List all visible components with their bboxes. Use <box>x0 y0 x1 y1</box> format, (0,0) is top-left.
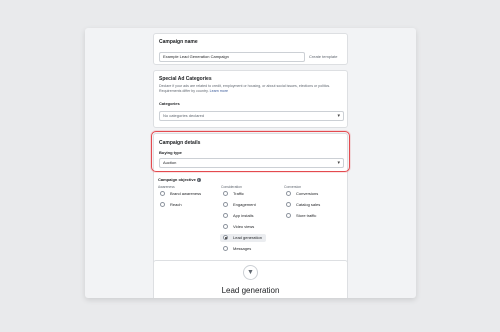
radio-icon <box>286 190 291 196</box>
campaign-name-card: Campaign name Example Lead Generation Ca… <box>153 33 348 65</box>
option-label: Catalog sales <box>296 202 321 207</box>
consideration-heading: Consideration <box>221 185 242 189</box>
categories-dropdown[interactable]: No categories declared ▾ <box>159 111 344 121</box>
radio-icon <box>223 245 228 251</box>
special-ad-description-text: Declare if your ads are related to credi… <box>159 84 331 93</box>
special-ad-categories-title: Special Ad Categories <box>159 76 212 82</box>
campaign-name-title: Campaign name <box>159 39 198 45</box>
special-ad-categories-card: Special Ad Categories Declare if your ad… <box>153 70 348 128</box>
learn-more-link[interactable]: Learn more <box>210 89 228 93</box>
option-label: Conversions <box>296 191 319 196</box>
objective-option-lead-generation[interactable]: Lead generation <box>220 234 266 242</box>
radio-icon <box>223 212 228 218</box>
option-label: Video views <box>233 224 255 229</box>
campaign-details-highlight <box>151 131 350 172</box>
option-label: Store traffic <box>296 213 317 218</box>
campaign-objective-title: Campaign objective i <box>158 177 201 182</box>
objective-option-conversions[interactable]: Conversions <box>286 190 318 198</box>
objective-option-traffic[interactable]: Traffic <box>223 190 244 198</box>
radio-icon <box>286 212 291 218</box>
campaign-objective-label: Campaign objective <box>158 177 196 182</box>
option-label: Brand awareness <box>170 191 202 196</box>
funnel-icon: ▼ <box>243 265 258 280</box>
option-label: App installs <box>233 213 254 218</box>
campaign-setup-sheet: Campaign name Example Lead Generation Ca… <box>85 28 416 298</box>
option-label: Lead generation <box>233 235 262 240</box>
radio-icon <box>160 190 165 196</box>
info-icon[interactable]: i <box>196 177 201 182</box>
radio-selected-icon <box>223 234 228 240</box>
objective-option-video-views[interactable]: Video views <box>223 223 254 231</box>
radio-icon <box>286 201 291 207</box>
objective-option-brand-awareness[interactable]: Brand awareness <box>160 190 201 198</box>
radio-icon <box>223 201 228 207</box>
create-template-link[interactable]: Create template <box>309 54 337 59</box>
option-label: Engagement <box>233 202 256 207</box>
objective-option-catalog-sales[interactable]: Catalog sales <box>286 201 320 209</box>
objective-option-reach[interactable]: Reach <box>160 201 182 209</box>
selected-objective-title: Lead generation <box>221 286 280 295</box>
special-ad-description: Declare if your ads are related to credi… <box>159 84 339 94</box>
radio-icon <box>223 223 228 229</box>
categories-dropdown-value: No categories declared <box>163 113 205 118</box>
radio-icon <box>223 190 228 196</box>
chevron-down-icon: ▾ <box>337 113 340 119</box>
radio-icon <box>160 201 165 207</box>
option-label: Messages <box>233 246 252 251</box>
objective-option-app-installs[interactable]: App installs <box>223 212 253 220</box>
categories-label: Categories <box>159 101 180 106</box>
option-label: Reach <box>170 202 182 207</box>
conversion-heading: Conversion <box>284 185 302 189</box>
awareness-heading: Awareness <box>158 185 175 189</box>
objective-option-engagement[interactable]: Engagement <box>223 201 256 209</box>
objective-option-store-traffic[interactable]: Store traffic <box>286 212 316 220</box>
objective-option-messages[interactable]: Messages <box>223 245 251 253</box>
campaign-name-input[interactable]: Example Lead Generation Campaign <box>159 52 305 62</box>
option-label: Traffic <box>233 191 244 196</box>
